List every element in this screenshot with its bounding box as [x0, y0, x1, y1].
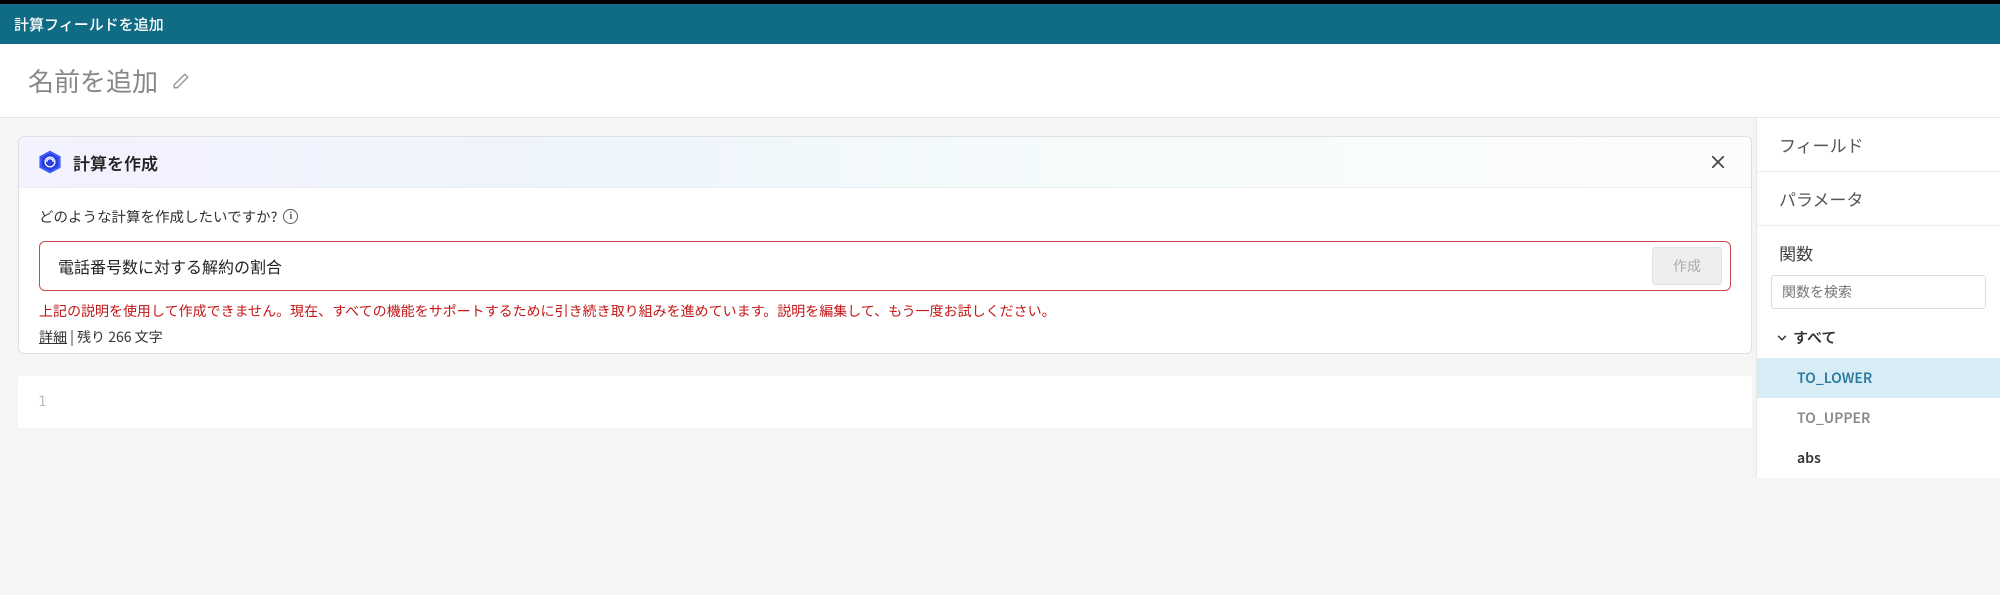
error-message: 上記の説明を使用して作成できません。現在、すべての機能をサポートするために引き続…: [39, 301, 1731, 321]
create-button[interactable]: 作成: [1652, 247, 1722, 285]
name-row[interactable]: 名前を追加: [0, 44, 2000, 118]
code-editor[interactable]: 1: [18, 376, 1752, 428]
function-item[interactable]: TO_LOWER: [1757, 358, 2000, 398]
create-calculation-card: 計算を作成 どのような計算を作成したいですか? i 作成 上記の説明を使用して作…: [18, 136, 1752, 354]
close-icon[interactable]: [1703, 149, 1733, 175]
function-list: TO_LOWERTO_UPPERabs: [1757, 358, 2000, 478]
remaining-chars: 残り 266 文字: [77, 327, 163, 347]
card-title-group: 計算を作成: [37, 149, 158, 175]
tab-parameters[interactable]: パラメータ: [1757, 172, 2000, 226]
function-item[interactable]: abs: [1757, 438, 2000, 478]
info-icon[interactable]: i: [283, 209, 298, 224]
card-body: どのような計算を作成したいですか? i 作成 上記の説明を使用して作成できません…: [19, 188, 1751, 353]
prompt-text: どのような計算を作成したいですか?: [39, 206, 277, 227]
header-title: 計算フィールドを追加: [14, 14, 164, 35]
prompt-row: どのような計算を作成したいですか? i: [39, 206, 1731, 227]
card-title: 計算を作成: [73, 150, 158, 175]
main-column: 計算を作成 どのような計算を作成したいですか? i 作成 上記の説明を使用して作…: [0, 118, 1756, 478]
group-all-row[interactable]: すべて: [1757, 317, 2000, 358]
name-placeholder: 名前を追加: [28, 62, 158, 99]
function-search-wrap: [1757, 275, 2000, 317]
function-search-input[interactable]: [1771, 275, 1986, 309]
card-header: 計算を作成: [19, 137, 1751, 188]
line-number: 1: [38, 394, 46, 410]
group-all-label: すべて: [1793, 327, 1836, 348]
body: 計算を作成 どのような計算を作成したいですか? i 作成 上記の説明を使用して作…: [0, 118, 2000, 478]
tab-fields[interactable]: フィールド: [1757, 118, 2000, 172]
header-bar: 計算フィールドを追加: [0, 4, 2000, 44]
function-item[interactable]: TO_UPPER: [1757, 398, 2000, 438]
functions-title: 関数: [1757, 226, 2000, 275]
sidebar: フィールド パラメータ 関数 すべて TO_LOWERTO_UPPERabs: [1756, 118, 2000, 478]
pencil-icon[interactable]: [172, 72, 190, 90]
detail-link[interactable]: 詳細: [39, 327, 67, 347]
calc-input-wrap: 作成: [39, 241, 1731, 291]
chevron-down-icon: [1775, 331, 1789, 345]
detail-row: 詳細 | 残り 266 文字: [39, 327, 1731, 347]
calc-description-input[interactable]: [54, 247, 1652, 285]
ai-hex-icon: [37, 149, 63, 175]
